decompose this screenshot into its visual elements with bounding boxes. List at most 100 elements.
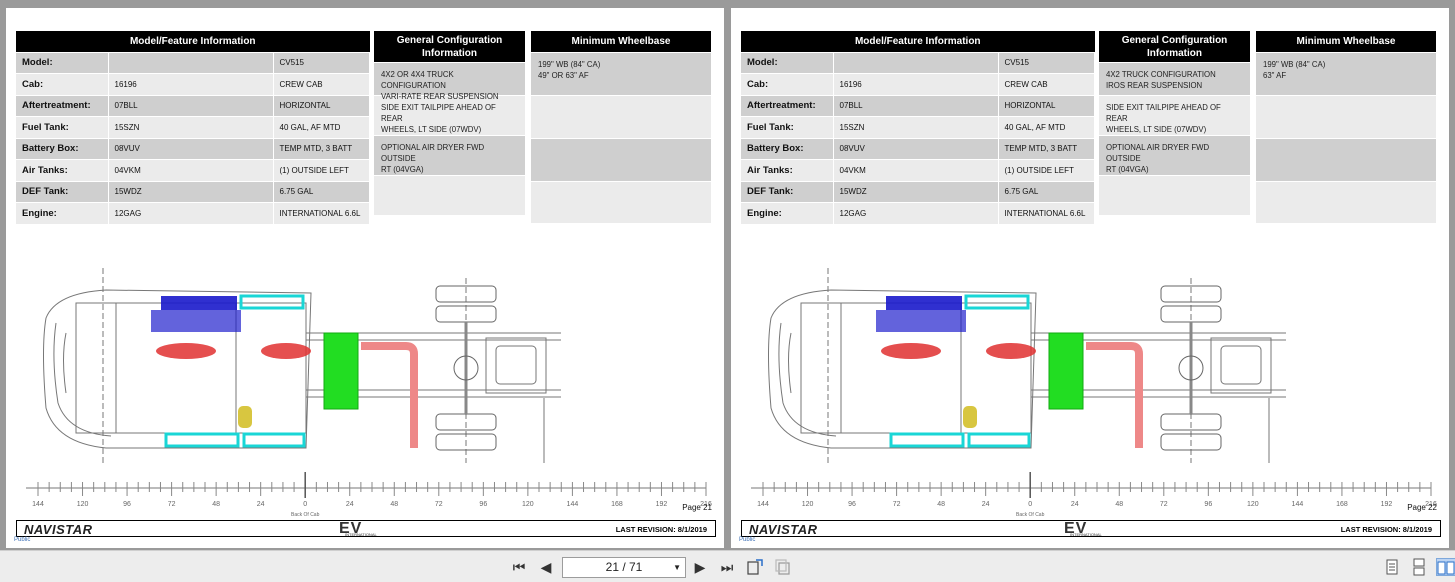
feature-code: 08VUV [833, 137, 999, 160]
fuel-tank-part [881, 343, 1036, 359]
last-revision-label: LAST REVISION: 8/1/2019 [615, 525, 707, 534]
ruler-tick-label: 24 [1071, 501, 1079, 508]
feature-code: 04VKM [833, 159, 999, 181]
general-configuration-column: General Configuration Information 4X2 TR… [1099, 31, 1250, 215]
ruler-tick-label: 168 [1336, 501, 1348, 508]
continuous-icon[interactable] [1410, 558, 1428, 576]
ruler-tick-label: 96 [479, 501, 487, 508]
feature-row: Air Tanks: 04VKM (1) OUTSIDE LEFT [16, 159, 370, 181]
model-feature-header: Model/Feature Information [741, 31, 1095, 52]
feature-code [108, 51, 274, 74]
feature-code: 08VUV [108, 137, 274, 160]
last-page-icon[interactable]: ⏭ [718, 558, 736, 576]
feature-value: INTERNATIONAL 6.6L [273, 202, 370, 224]
ruler-tick-label: 168 [611, 501, 623, 508]
general-configuration-line1: OPTIONAL AIR DRYER FWD OUTSIDE [381, 143, 485, 163]
ruler-tick-label: 120 [522, 501, 534, 508]
feature-label: Engine: [741, 202, 834, 224]
feature-label: Air Tanks: [741, 159, 834, 181]
page-select[interactable]: 21 / 71 ▼ [562, 557, 686, 578]
feature-code: 07BLL [833, 94, 999, 117]
feature-row: Cab: 16196 CREW CAB [741, 73, 1095, 95]
feature-label: Model: [741, 51, 834, 74]
minimum-wheelbase-empty-cell [1256, 181, 1436, 223]
document-page-21: Model/Feature Information Model: CV515 Cab… [6, 8, 724, 548]
ruler-tick-label: 48 [1115, 501, 1123, 508]
feature-code [833, 51, 999, 74]
feature-value: CV515 [998, 51, 1095, 74]
general-configuration-line2: VARI-RATE REAR SUSPENSION [381, 92, 499, 101]
model-feature-header: Model/Feature Information [16, 31, 370, 52]
feature-value: CREW CAB [998, 73, 1095, 95]
feature-code: 15WDZ [833, 180, 999, 203]
minimum-wheelbase-column: Minimum Wheelbase 199" WB (84" CA) 63" A… [1256, 31, 1436, 223]
page-footer: NAVISTAR EV INTERNATIONAL LAST REVISION:… [16, 520, 716, 537]
document-viewer[interactable]: Model/Feature Information Model: CV515 Cab… [0, 0, 1455, 550]
general-configuration-cell: OPTIONAL AIR DRYER FWD OUTSIDE RT (04VGA) [1099, 135, 1250, 175]
ruler-tick-label: 72 [893, 501, 901, 508]
general-configuration-cell: SIDE EXIT TAILPIPE AHEAD OF REAR WHEELS, … [1099, 95, 1250, 135]
next-page-icon[interactable]: ▶ [691, 558, 709, 576]
minimum-wheelbase-header: Minimum Wheelbase [531, 31, 711, 52]
feature-row: Engine: 12GAG INTERNATIONAL 6.6L [16, 202, 370, 224]
ruler-tick-label: 192 [1381, 501, 1393, 508]
single-page-icon[interactable] [1383, 558, 1401, 576]
public-label: Public [14, 537, 31, 543]
feature-value: 6.75 GAL [273, 180, 370, 203]
feature-code: 16196 [108, 73, 274, 95]
inch-ruler: 144 120 96 72 48 24 0 24 48 72 96 120 144 168 192 216Ba… [751, 472, 1437, 518]
feature-row: Battery Box: 08VUV TEMP MTD, 3 BATT [16, 137, 370, 160]
back-of-cab-label: Back Of Cab [291, 512, 320, 518]
rotate-icon[interactable] [746, 558, 764, 576]
feature-value: 40 GAL, AF MTD [998, 116, 1095, 138]
feature-value: CREW CAB [273, 73, 370, 95]
ruler-tick-label: 96 [1204, 501, 1212, 508]
general-configuration-line1: 4X2 TRUCK CONFIGURATION [1106, 70, 1216, 79]
ruler-tick-label: 72 [1160, 501, 1168, 508]
general-configuration-header-line2: Information [1147, 48, 1202, 59]
battery-box-part [1048, 332, 1084, 410]
general-configuration-header-line1: General Configuration [396, 35, 503, 46]
feature-row: DEF Tank: 15WDZ 6.75 GAL [16, 180, 370, 203]
ruler-tick-label: 144 [1292, 501, 1304, 508]
feature-label: Battery Box: [741, 137, 834, 160]
feature-value: HORIZONTAL [273, 94, 370, 117]
feature-label: DEF Tank: [16, 180, 109, 203]
general-configuration-line2: WHEELS, LT SIDE (07WDV) [381, 125, 482, 134]
general-configuration-header-line2: Information [422, 48, 477, 59]
ruler-tick-label: 48 [390, 501, 398, 508]
feature-label: Battery Box: [16, 137, 109, 160]
page-number-label: Page 22 [1407, 503, 1437, 512]
general-configuration-line2: RT (04VGA) [1106, 165, 1149, 174]
chevron-down-icon: ▼ [673, 563, 681, 572]
ev-logo-subtitle: INTERNATIONAL [1070, 532, 1102, 537]
feature-label: DEF Tank: [741, 180, 834, 203]
ruler-tick-label: 24 [982, 501, 990, 508]
navistar-logo: NAVISTAR [24, 522, 93, 537]
feature-label: Cab: [16, 73, 109, 95]
minimum-wheelbase-empty-cell [531, 181, 711, 223]
feature-row: Fuel Tank: 15SZN 40 GAL, AF MTD [16, 116, 370, 138]
copy-icon[interactable] [774, 558, 792, 576]
ruler-tick-label: 24 [257, 501, 265, 508]
back-of-cab-label: Back Of Cab [1016, 512, 1045, 518]
general-configuration-line2: WHEELS, LT SIDE (07WDV) [1106, 125, 1207, 134]
last-revision-label: LAST REVISION: 8/1/2019 [1340, 525, 1432, 534]
general-configuration-line2: IROS REAR SUSPENSION [1106, 81, 1203, 90]
general-configuration-header: General Configuration Information [1099, 31, 1250, 62]
feature-code: 15SZN [108, 116, 274, 138]
general-configuration-cell: OPTIONAL AIR DRYER FWD OUTSIDE RT (04VGA) [374, 135, 525, 175]
ruler-tick-label: 72 [168, 501, 176, 508]
ev-logo-subtitle: INTERNATIONAL [345, 532, 377, 537]
general-configuration-cell: 4X2 OR 4X4 TRUCK CONFIGURATION VARI-RATE … [374, 62, 525, 101]
two-page-icon[interactable] [1436, 558, 1455, 576]
first-page-icon[interactable]: ⏮ [510, 558, 528, 576]
minimum-wheelbase-cell: 199" WB (84" CA) 63" AF [1256, 52, 1436, 95]
minimum-wheelbase-empty-cell [1256, 95, 1436, 138]
inch-ruler: 144 120 96 72 48 24 0 24 48 72 96 120 144 168 192 216Ba… [26, 472, 712, 518]
public-label: Public [739, 537, 756, 543]
previous-page-icon[interactable]: ◀ [537, 558, 555, 576]
feature-label: Aftertreatment: [16, 94, 109, 117]
battery-box-part [323, 332, 359, 410]
feature-code: 12GAG [108, 202, 274, 224]
